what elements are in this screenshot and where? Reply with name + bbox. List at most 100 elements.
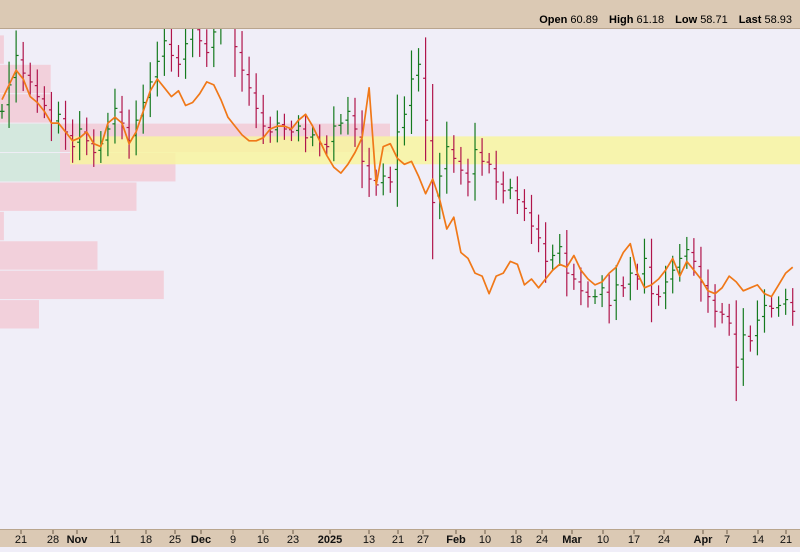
value-area-marker [0,153,60,182]
price-bar [161,29,167,76]
volume-profile-bar [0,35,4,64]
price-bar [613,265,619,321]
price-bar [733,300,739,402]
date-tick-label: 25 [169,534,181,546]
price-bar [416,48,422,92]
price-bar [719,302,725,324]
low-label: Low [675,14,698,26]
volume-profile [0,35,390,329]
price-bar [168,29,174,72]
price-bar [183,29,189,79]
date-tick-label: 18 [140,534,152,546]
price-bar [550,244,556,271]
date-tick-label: Nov [67,534,89,546]
last-value: 58.93 [764,14,792,26]
price-bar [606,274,612,324]
ohlc-readout: Open 60.89 High 61.18 Low 58.71 Last 58.… [539,14,800,26]
date-tick-label: 2025 [318,534,342,546]
date-tick-label: 27 [417,534,429,546]
price-bar [529,194,534,244]
price-bar [408,50,414,134]
date-tick-label: 7 [724,534,730,546]
price-bar [211,29,217,68]
price-bars [0,29,796,402]
date-tick-label: 10 [597,534,609,546]
price-bar [754,300,760,356]
date-tick-label: 23 [287,534,299,546]
price-chart[interactable] [0,29,800,529]
price-bar [585,281,591,308]
quote-header: Open 60.89 High 61.18 Low 58.71 Last 58.… [0,0,800,29]
low-value: 58.71 [700,14,728,26]
date-tick-label: 18 [510,534,522,546]
high-label: High [609,14,634,26]
price-bar [698,246,704,302]
price-bar [740,308,746,386]
price-bar [543,222,549,283]
price-bar [514,176,520,214]
date-tick-label: 13 [363,534,375,546]
price-bar [761,289,767,333]
price-bar [557,234,563,266]
date-axis: 21 28 Nov 11 18 25 Dec 9 16 23 2025 13 21 27 Feb 10 18 24… [0,529,800,547]
open-value: 60.89 [570,14,598,26]
volume-profile-bar [0,300,39,329]
date-tick-label: Feb [446,534,466,546]
price-bar [387,166,393,193]
price-bar [726,303,732,336]
date-tick-label: 10 [479,534,491,546]
date-tick-label: 21 [15,534,27,546]
price-bar [769,297,775,318]
volume-profile-bar [0,182,137,211]
price-bar [154,41,160,97]
date-tick-label: 24 [658,534,670,546]
price-bar [190,29,194,58]
date-tick-label: 11 [109,534,120,546]
highlight-band [70,136,800,165]
last-label: Last [738,14,762,26]
volume-profile-bar [0,211,4,241]
volume-profile-bar [0,270,164,300]
date-tick-label: Apr [694,534,714,546]
price-bar [246,56,252,106]
date-tick-label: 16 [257,534,269,546]
date-tick-label: 21 [780,534,792,546]
volume-profile-bar [0,241,98,270]
price-bar [204,29,210,67]
date-tick-label: 9 [230,534,236,546]
price-bar [649,238,655,323]
price-bar [627,256,633,301]
price-bar [620,276,626,297]
price-bar [776,296,782,317]
price-bar [176,45,181,77]
price-bar [783,288,789,315]
price-bar [747,325,753,352]
chart-window: Open 60.89 High 61.18 Low 58.71 Last 58.… [0,0,800,547]
price-bar [239,31,245,92]
high-value: 61.18 [636,14,665,26]
price-bar [380,163,386,196]
price-bar [536,214,542,253]
price-bar [500,171,506,204]
price-bar [790,288,796,326]
price-bar [712,284,718,328]
price-bar [592,289,598,304]
date-tick-label: 17 [628,534,640,546]
price-bar [430,84,436,260]
date-tick-label: Dec [191,534,211,546]
date-tick-label: 28 [47,534,59,546]
date-tick-label: 24 [536,534,548,546]
price-bar [234,29,238,77]
price-bar [507,178,513,200]
date-tick-label: 21 [392,534,404,546]
price-bar [521,189,527,222]
price-bar [656,285,662,306]
open-label: Open [539,14,568,26]
price-bar [253,73,259,129]
price-bar [220,29,222,45]
date-tick-label: 14 [752,534,764,546]
date-tick-label: Mar [562,534,582,546]
price-bar [571,263,577,290]
price-bar [465,158,471,197]
price-bar [197,29,203,57]
